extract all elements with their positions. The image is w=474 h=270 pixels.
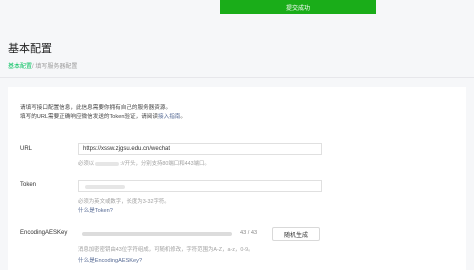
url-label: URL (20, 146, 33, 152)
url-hint-redacted (95, 161, 120, 166)
aeskey-label: EncodingAESKey (20, 230, 68, 236)
token-input[interactable] (78, 180, 322, 192)
random-generate-button[interactable]: 随机生成 (272, 227, 320, 241)
breadcrumb: 基本配置/ 填写服务器配置 (8, 61, 77, 70)
token-label: Token (20, 182, 37, 188)
breadcrumb-current: 填写服务器配置 (35, 64, 78, 70)
intro-text: 请填写接口配置信息，此信息需要你拥有自己的服务器资源。 填写的URL需要正确响应… (20, 104, 186, 122)
url-hint-suffix: ://开头，分别支持80端口和443端口。 (120, 161, 210, 167)
header-divider (0, 77, 474, 78)
intro-line-2-end: 。 (180, 114, 186, 120)
aeskey-counter: 43 / 43 (240, 230, 258, 236)
url-input[interactable]: https://xssw.zjgsu.edu.cn/wechat (78, 143, 322, 155)
aeskey-redacted-value (82, 232, 232, 236)
token-redacted-value (85, 185, 125, 189)
intro-line-1: 请填写接口配置信息，此信息需要你拥有自己的服务器资源。 (20, 105, 172, 111)
intro-line-2-text: 填写的URL需要正确响应微信发送的Token验证，请阅读 (20, 114, 158, 120)
url-hint-prefix: 必须以 (78, 161, 95, 167)
what-is-token-link[interactable]: 什么是Token? (78, 206, 113, 214)
aeskey-hint: 消息加密密钥由43位字符组成，可随机修改，字符范围为A-Z，a-z，0-9。 (78, 247, 254, 253)
page-title: 基本配置 (8, 43, 52, 55)
access-guide-link[interactable]: 接入指南 (158, 114, 180, 120)
intro-line-2: 填写的URL需要正确响应微信发送的Token验证，请阅读接入指南。 (20, 113, 186, 122)
what-is-aeskey-link[interactable]: 什么是EncodingAESKey? (78, 256, 142, 264)
url-hint: 必须以 ://开头，分别支持80端口和443端口。 (78, 159, 210, 167)
breadcrumb-link-basic-config[interactable]: 基本配置 (8, 64, 32, 70)
token-hint: 必须为英文或数字，长度为3-32字符。 (78, 199, 170, 205)
success-toast: 提交成功 (220, 0, 376, 14)
